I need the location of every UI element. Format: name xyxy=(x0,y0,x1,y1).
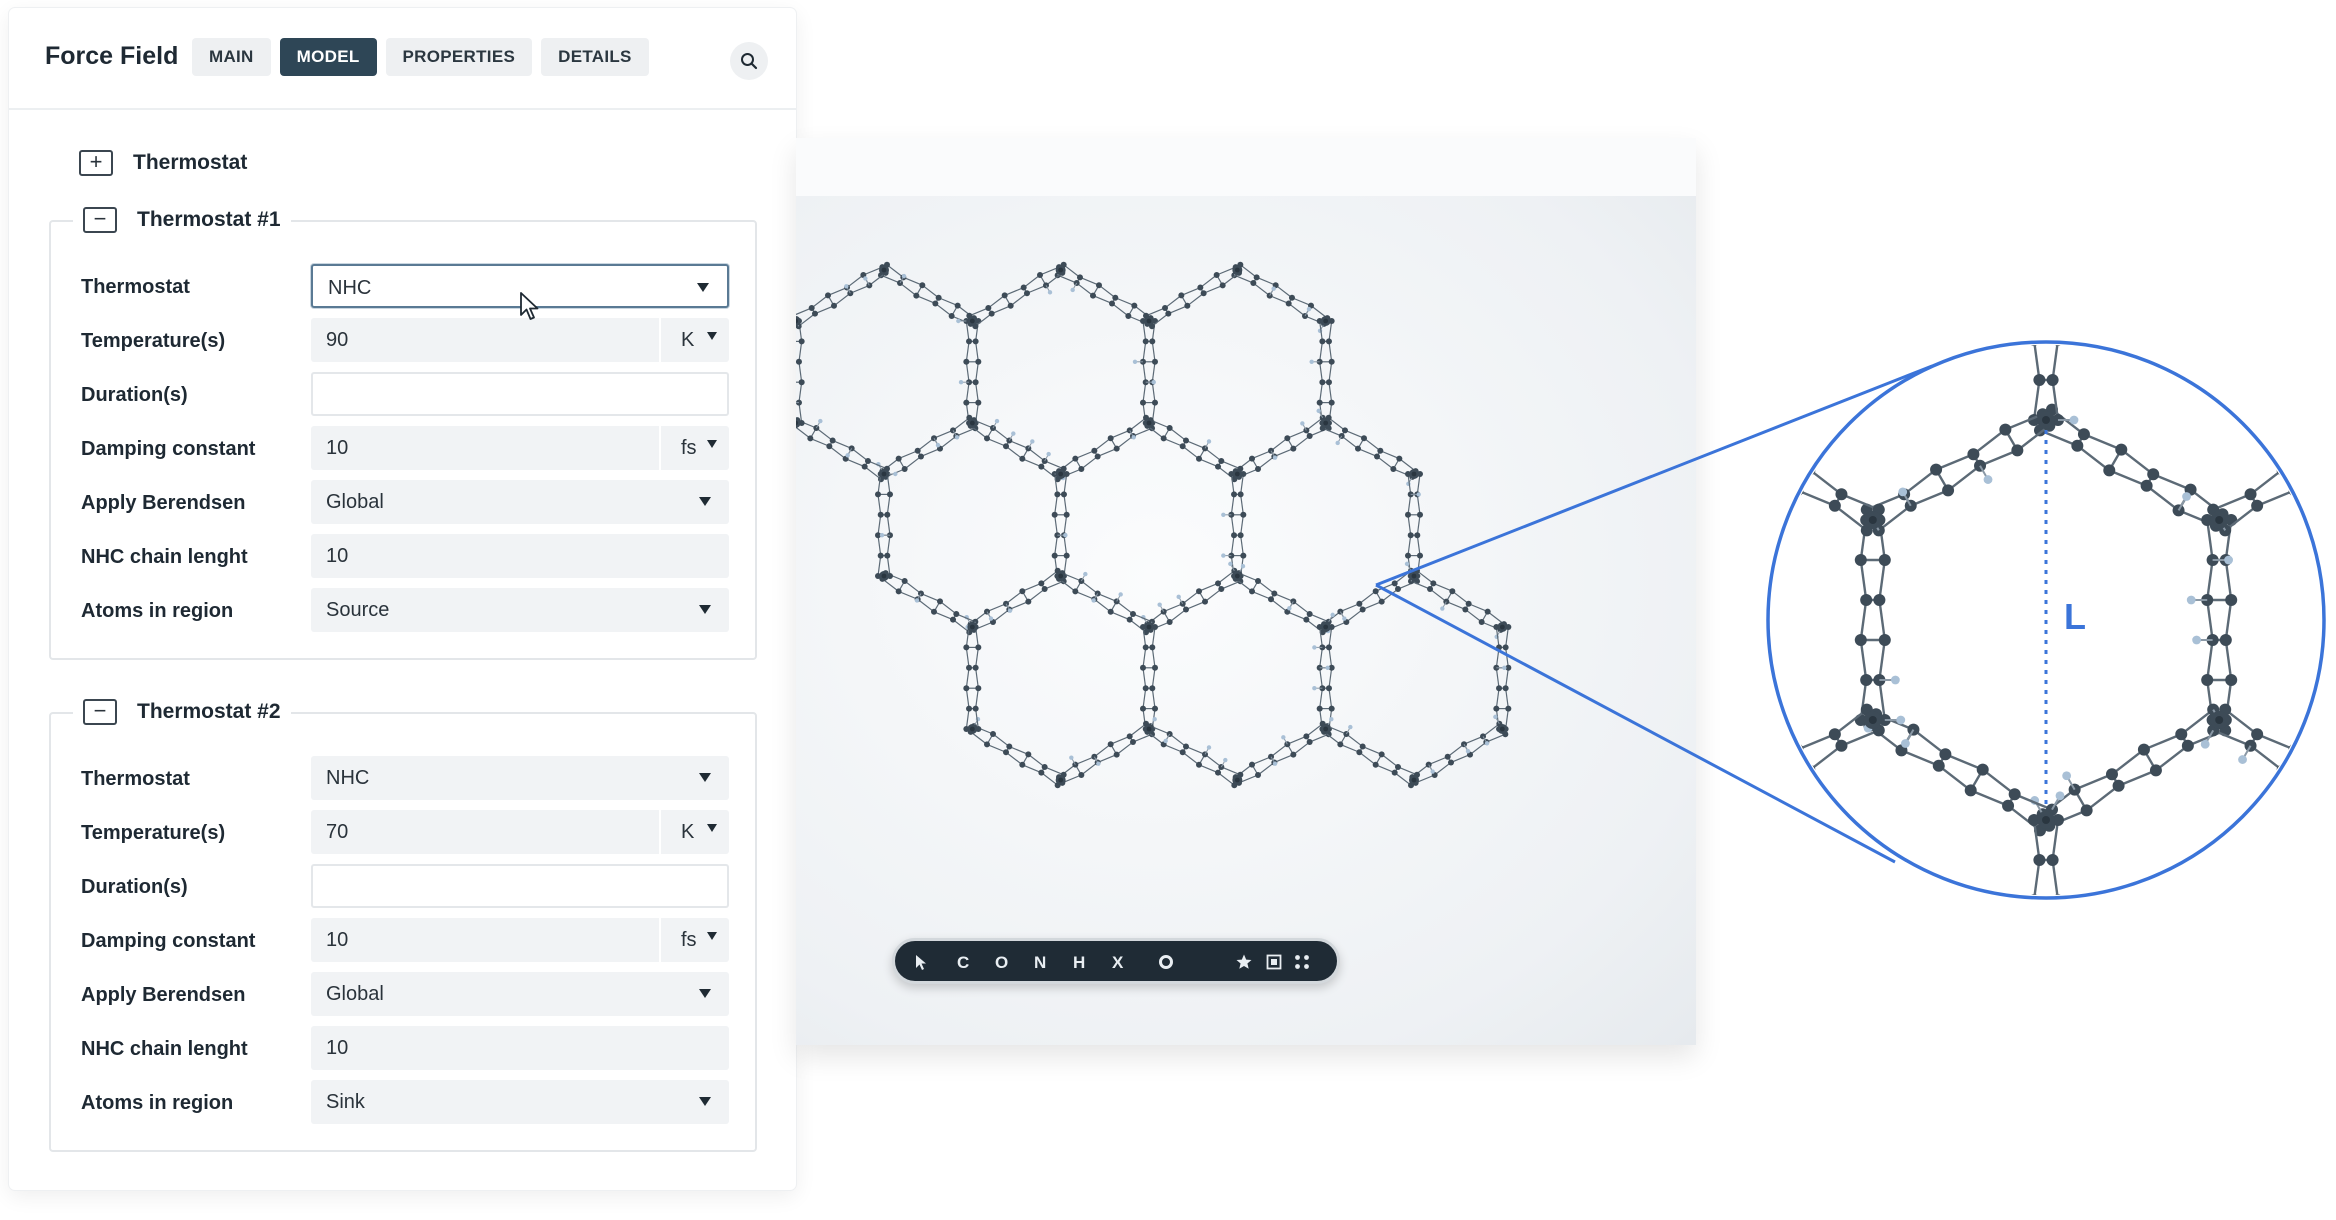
zoom-callout xyxy=(1375,340,2326,900)
pore-size-label: L xyxy=(2064,596,2086,637)
